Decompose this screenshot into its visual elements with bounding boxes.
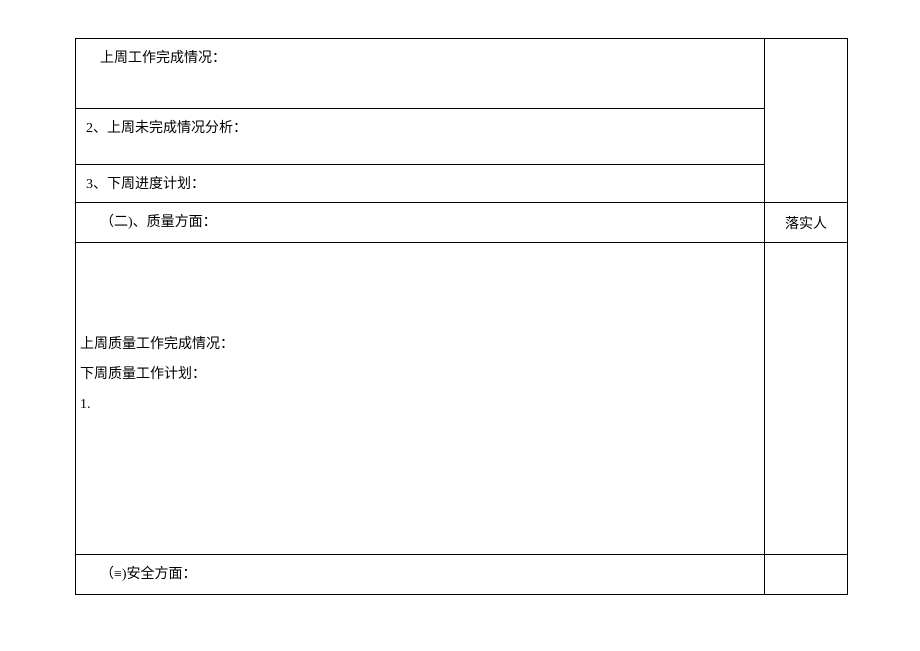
label-quality-last-week: 上周质量工作完成情况：: [80, 331, 764, 359]
label-quality-next-week: 下周质量工作计划：: [80, 361, 764, 389]
row-quality-header: （二)、质量方面：: [76, 203, 765, 243]
row-incomplete-analysis: 2、上周未完成情况分析：: [76, 109, 765, 165]
right-merged-top: [765, 39, 848, 203]
label-incomplete-analysis: 2、上周未完成情况分析：: [86, 121, 247, 136]
label-quality-header: （二)、质量方面：: [100, 211, 217, 231]
report-table: 上周工作完成情况： 2、上周未完成情况分析： 3、下周进度计划： （二)、质量方…: [75, 38, 848, 595]
label-owner: 落实人: [785, 217, 827, 232]
row-quality-owner-header: 落实人: [765, 203, 848, 243]
row-safety-owner: [765, 555, 848, 595]
label-next-week-plan: 3、下周进度计划：: [86, 177, 205, 192]
label-quality-item-1: 1.: [80, 391, 764, 419]
row-last-week-completion: 上周工作完成情况：: [76, 39, 765, 109]
row-safety-header: （≡)安全方面：: [76, 555, 765, 595]
row-next-week-plan: 3、下周进度计划：: [76, 165, 765, 203]
row-quality-body: 上周质量工作完成情况： 下周质量工作计划： 1.: [76, 243, 765, 555]
row-quality-owner-body: [765, 243, 848, 555]
label-last-week-completion: 上周工作完成情况：: [100, 47, 226, 67]
label-safety-header: （≡)安全方面：: [100, 563, 197, 583]
